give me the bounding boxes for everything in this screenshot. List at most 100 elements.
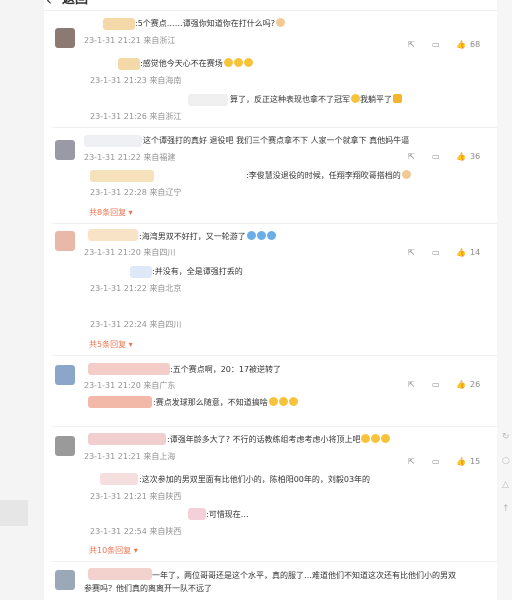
reply-username-blurred[interactable]	[100, 473, 138, 485]
like-icon[interactable]: 👍	[456, 380, 466, 390]
avatar[interactable]	[55, 231, 75, 251]
star-emoji-icon	[393, 94, 402, 103]
cat-emoji-icon	[276, 18, 286, 27]
comment-icon[interactable]: ▭	[432, 380, 440, 390]
comment-text-continued: 参赛吗？他们真的离离开一队不远了	[84, 584, 212, 593]
comment-text: 这个谭强打的真好 退役吧 我们三个赛点拿不下 人家一个就拿下 真他妈牛逼	[143, 136, 410, 145]
reply-text: :这次参加的男双里面有比他们小的，陈柏阳00年的，刘毅03年的	[139, 475, 371, 484]
like-icon[interactable]: 👍	[456, 248, 466, 258]
comment-actions: ⇱ ▭ 👍 36	[408, 152, 488, 162]
share-icon[interactable]: ⇱	[408, 457, 415, 467]
share-icon[interactable]: ⇱	[408, 40, 415, 50]
reply-text: :赛点发球那么随意，不知道搞啥	[153, 397, 298, 408]
comment-actions: ⇱ ▭ 👍 14	[408, 248, 488, 258]
reply-time: 23-1-31 22:28 来自辽宁	[90, 188, 182, 197]
back-button[interactable]: 返回	[62, 0, 88, 8]
emoji-icon	[268, 397, 278, 406]
more-replies-link[interactable]: 共8条回复 ▾	[89, 208, 133, 218]
comment-side-icon[interactable]: ○	[502, 456, 512, 466]
chevron-down-icon: ▾	[128, 208, 133, 217]
chevron-down-icon: ▾	[128, 340, 133, 349]
emoji-icon	[223, 58, 233, 67]
reply-text: :感觉他今天心不在赛场	[140, 58, 253, 69]
like-side-icon[interactable]: △	[502, 480, 512, 490]
username-blurred[interactable]	[88, 568, 152, 580]
reply-time: 23-1-31 21:21 来自陕西	[90, 492, 182, 501]
reply-time: 23-1-31 22:24 来自四川	[90, 320, 182, 329]
left-background	[0, 0, 44, 600]
comment-icon[interactable]: ▭	[432, 457, 440, 467]
like-count: 15	[470, 457, 481, 466]
like-icon[interactable]: 👍	[456, 457, 466, 467]
divider	[52, 426, 497, 427]
username-blurred[interactable]	[88, 229, 138, 241]
comment-time: 23-1-31 21:20 来自广东	[84, 381, 176, 390]
reply-username-blurred[interactable]	[118, 58, 140, 70]
avatar[interactable]	[55, 140, 75, 160]
comment-actions: ⇱ ▭ 👍 26	[408, 380, 488, 390]
avatar[interactable]	[55, 28, 75, 48]
like-count: 26	[470, 380, 481, 389]
divider	[52, 127, 497, 128]
emoji-icon	[361, 434, 371, 443]
avatar[interactable]	[55, 570, 75, 590]
username-blurred[interactable]	[103, 18, 135, 30]
comment-text: :五个赛点啊，20：17被逆转了	[170, 365, 282, 374]
reply-time: 23-1-31 22:54 来自陕西	[90, 527, 182, 536]
share-icon[interactable]: ⇱	[408, 152, 415, 162]
share-icon[interactable]: ⇱	[408, 380, 415, 390]
reply-username-blurred[interactable]	[90, 170, 154, 182]
avatar[interactable]	[55, 436, 75, 456]
like-count: 68	[470, 40, 481, 49]
reply-text: :可惜现在…	[206, 510, 249, 519]
top-bar	[44, 0, 497, 11]
back-icon[interactable]: ‹	[46, 0, 52, 8]
more-replies-link[interactable]: 共10条回复 ▾	[89, 546, 138, 556]
left-pale-block	[0, 500, 28, 526]
emoji-icon	[243, 58, 253, 67]
emoji-icon	[278, 397, 288, 406]
emoji-icon	[371, 434, 381, 443]
avatar[interactable]	[55, 365, 75, 385]
comment-text: :谭强年龄多大了? 不行的话教练组考虑考虑小将顶上吧	[167, 434, 391, 445]
more-replies-link[interactable]: 共5条回复 ▾	[89, 340, 133, 350]
share-icon[interactable]: ⇱	[408, 248, 415, 258]
comment-text: :海湾男双不好打，又一轮游了	[139, 231, 276, 242]
reply-text: :李俊慧没退役的时候，任翔李翔吹哥搭档的	[246, 170, 411, 181]
reply-username-blurred[interactable]	[188, 94, 228, 106]
reply-text: 算了，反正这种表现也拿不了冠军 我躺平了	[230, 94, 402, 105]
comment-icon[interactable]: ▭	[432, 40, 440, 50]
comment-text: 一年了，两位哥哥还是这个水平，真的服了…难道他们不知道这次还有比他们小的男双	[152, 571, 456, 580]
like-icon[interactable]: 👍	[456, 40, 466, 50]
comment-time: 23-1-31 21:22 来自福建	[84, 153, 176, 162]
cat-emoji-icon	[401, 170, 411, 179]
emoji-icon	[266, 231, 276, 240]
emoji-icon	[256, 231, 266, 240]
comment-icon[interactable]: ▭	[432, 152, 440, 162]
comment-icon[interactable]: ▭	[432, 248, 440, 258]
comment-panel	[44, 0, 497, 600]
divider	[52, 223, 497, 224]
comment-time: 23-1-31 21:21 来自上海	[84, 452, 176, 461]
emoji-icon	[233, 58, 243, 67]
top-side-icon[interactable]: ↑	[502, 504, 512, 514]
username-blurred[interactable]	[88, 363, 170, 375]
reply-username-blurred[interactable]	[188, 508, 206, 520]
comment-actions: ⇱ ▭ 👍 15	[408, 457, 488, 467]
reply-text: :并没有，全是谭强打丢的	[152, 267, 243, 276]
comment-time: 23-1-31 21:21 来自浙江	[84, 36, 176, 45]
comment-text: :5个赛点……谭强你知道你在打什么吗?	[135, 18, 286, 29]
emoji-icon	[246, 231, 256, 240]
refresh-side-icon[interactable]: ↻	[502, 432, 512, 442]
username-blurred[interactable]	[88, 433, 166, 445]
emoji-icon	[288, 397, 298, 406]
reply-username-blurred[interactable]	[88, 396, 152, 408]
divider	[52, 355, 497, 356]
username-blurred[interactable]	[84, 135, 142, 147]
comment-actions: ⇱ ▭ 👍 68	[408, 40, 488, 50]
reply-username-blurred[interactable]	[130, 266, 152, 278]
divider	[52, 561, 497, 562]
emoji-icon	[381, 434, 391, 443]
comment-time: 23-1-31 21:20 来自四川	[84, 248, 176, 257]
like-icon[interactable]: 👍	[456, 152, 466, 162]
